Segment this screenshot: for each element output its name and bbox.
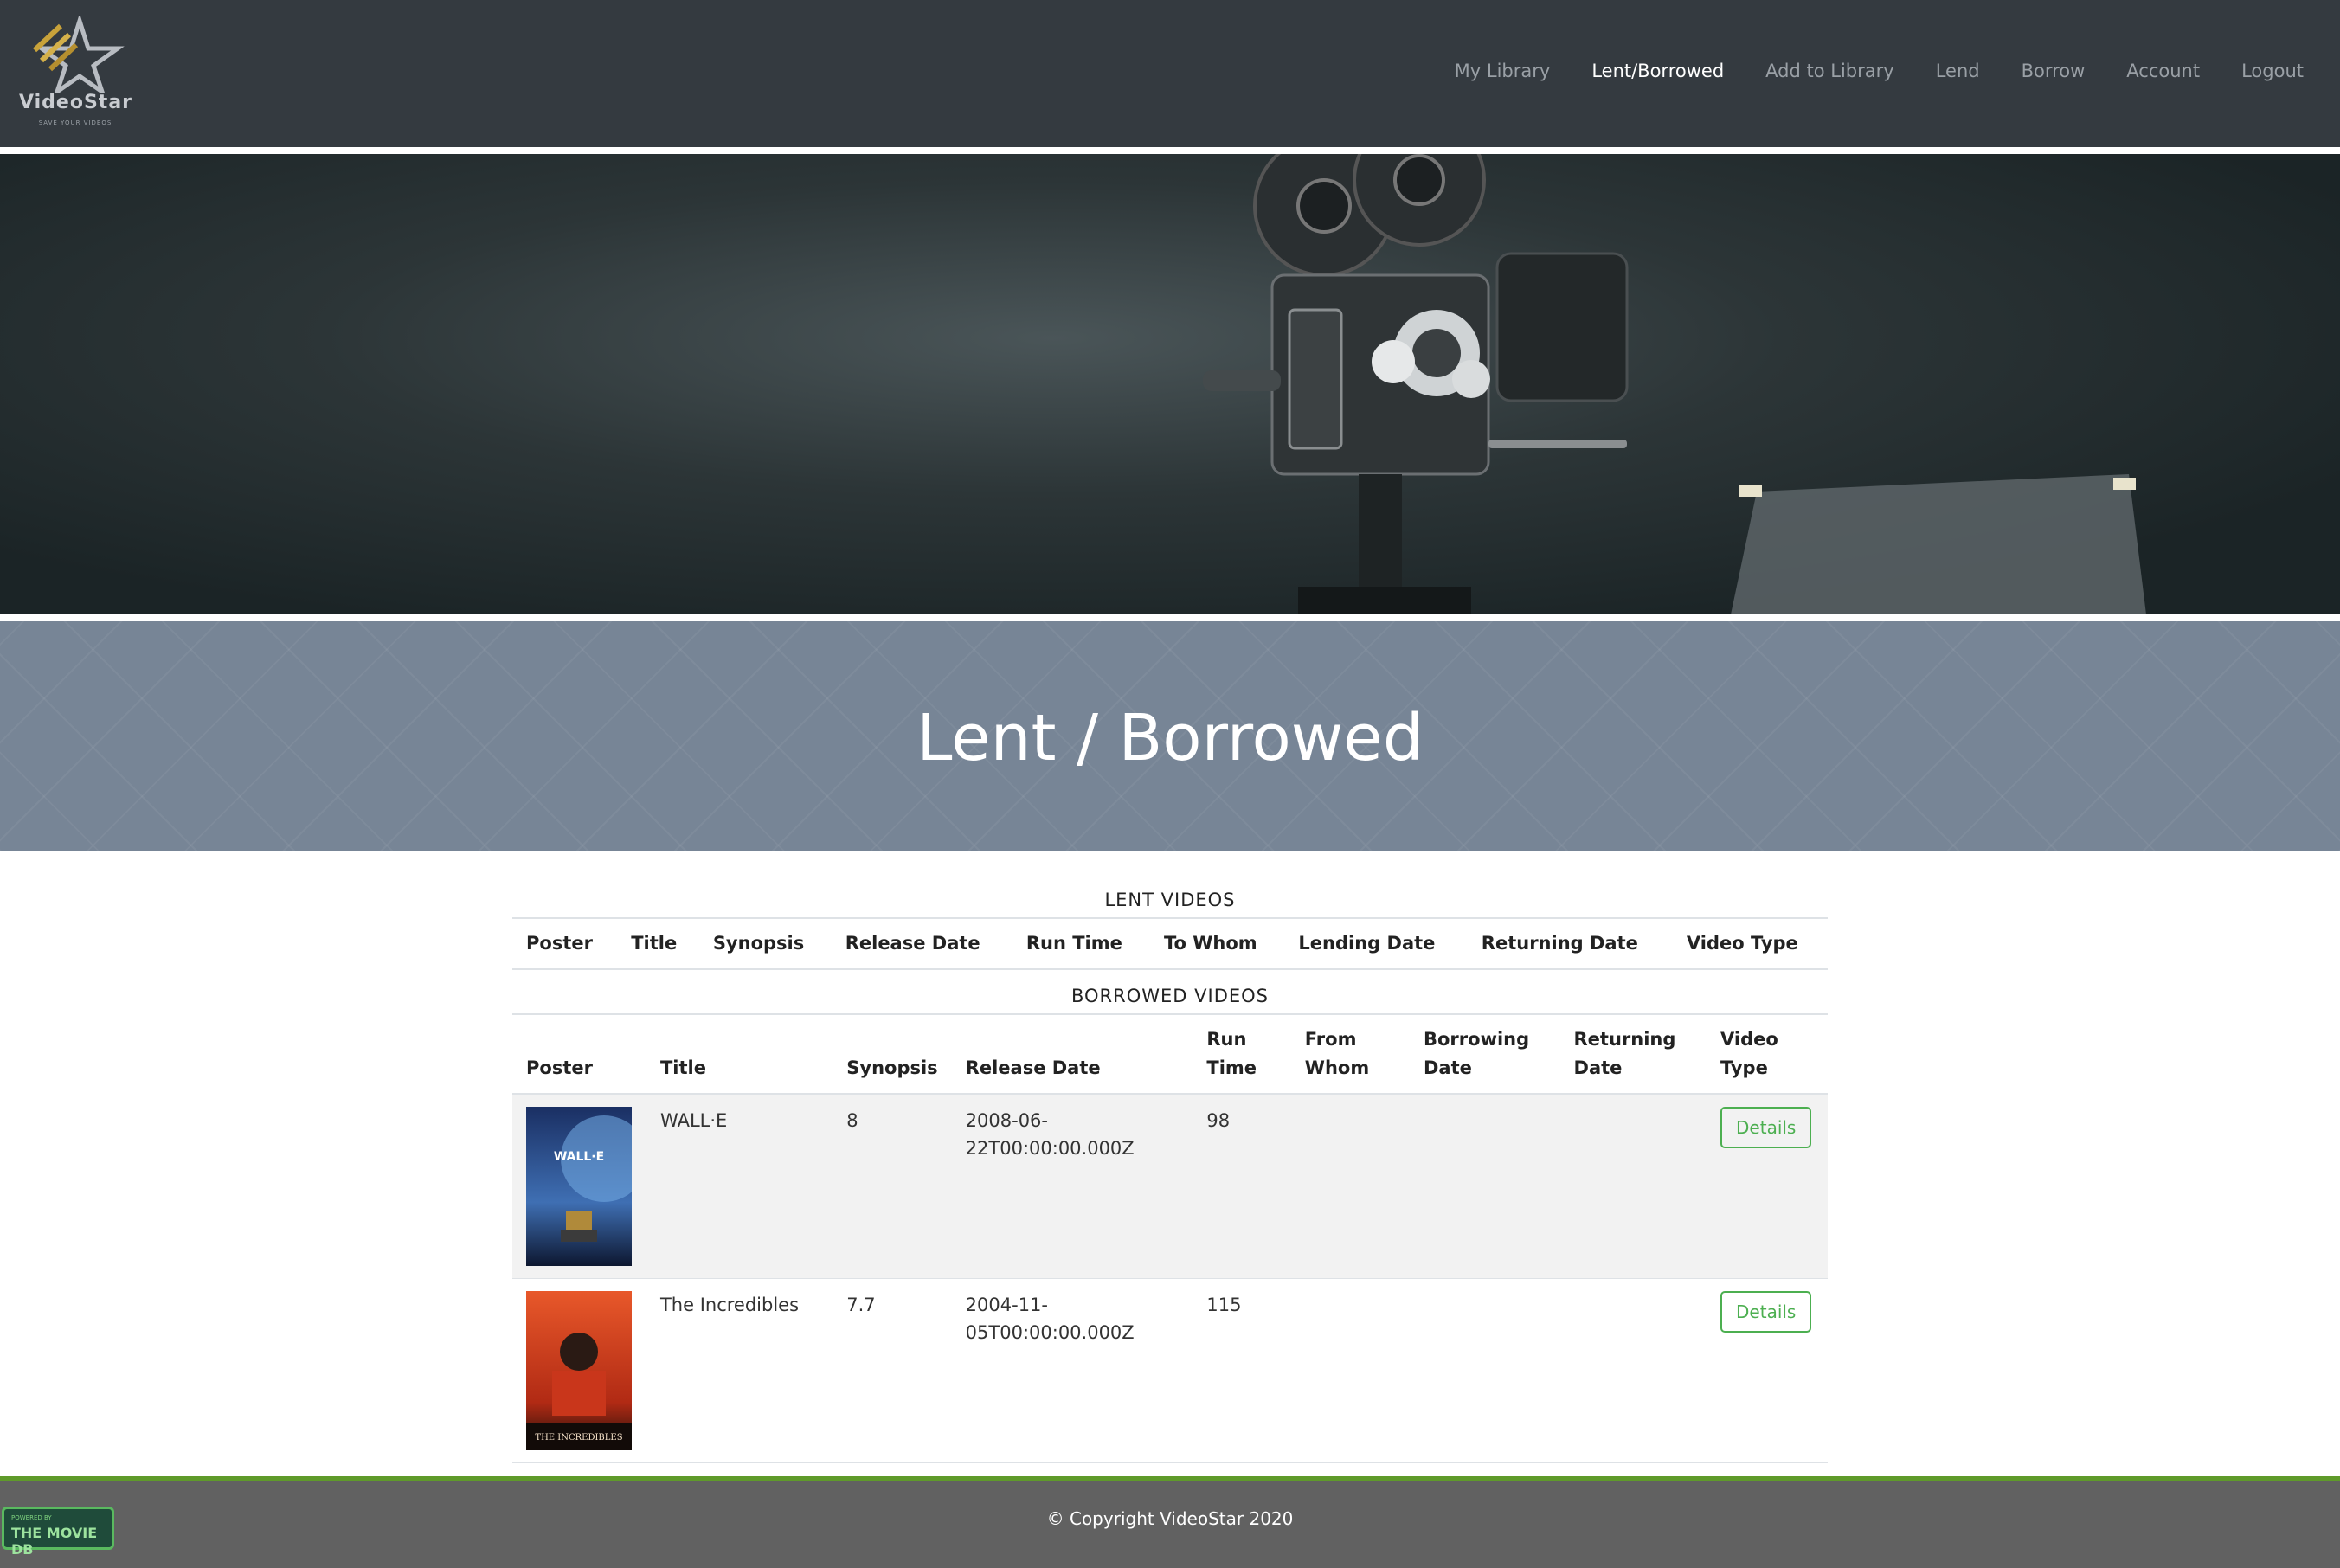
hero-camera-image [0, 154, 2340, 614]
column-header: To Whom [1149, 919, 1285, 970]
divider [0, 147, 2340, 154]
column-header: Synopsis [832, 1015, 952, 1095]
column-header: Run Time [1192, 1015, 1291, 1095]
star-logo-icon [32, 13, 125, 98]
details-button[interactable]: Details [1720, 1107, 1812, 1148]
main-nav: My Library Lent/Borrowed Add to Library … [1413, 61, 2304, 81]
column-header: Returning Date [1559, 1015, 1707, 1095]
from-whom-cell [1290, 1094, 1410, 1279]
lent-videos-table: Poster Title Synopsis Release Date Run T… [512, 919, 1828, 970]
release-date-cell: 2004-11-05T00:00:00.000Z [951, 1278, 1193, 1463]
title-band: Lent / Borrowed [0, 621, 2340, 851]
column-header: Release Date [951, 1015, 1193, 1095]
brand-tagline: SAVE YOUR VIDEOS [38, 119, 112, 126]
column-header: Video Type [1707, 1015, 1828, 1095]
lent-videos-caption: LENT VIDEOS [512, 881, 1828, 919]
nav-account[interactable]: Account [2126, 61, 2200, 81]
column-header: Synopsis [698, 919, 832, 970]
column-header: Lending Date [1284, 919, 1468, 970]
run-time-cell: 98 [1192, 1094, 1291, 1279]
details-button[interactable]: Details [1720, 1291, 1812, 1333]
borrowing-date-cell [1410, 1094, 1560, 1279]
borrowed-videos-caption: BORROWED VIDEOS [512, 970, 1828, 1015]
synopsis-cell: 7.7 [832, 1278, 952, 1463]
synopsis-cell: 8 [832, 1094, 952, 1279]
returning-date-cell [1559, 1278, 1707, 1463]
copyright-text: © Copyright VideoStar 2020 [1046, 1508, 1294, 1529]
nav-borrow[interactable]: Borrow [2022, 61, 2086, 81]
tables-container: LENT VIDEOS Poster Title Synopsis Releas… [512, 881, 1828, 1463]
column-header: Release Date [831, 919, 1012, 970]
navbar: VideoStar SAVE YOUR VIDEOS My Library Le… [0, 0, 2340, 147]
from-whom-cell [1290, 1278, 1410, 1463]
nav-lent-borrowed[interactable]: Lent/Borrowed [1591, 61, 1724, 81]
nav-my-library[interactable]: My Library [1455, 61, 1551, 81]
film-camera-illustration [1203, 154, 2146, 614]
column-header: Title [617, 919, 699, 970]
tmdb-name: THE MOVIE DB [11, 1525, 98, 1558]
borrowed-videos-table: Poster Title Synopsis Release Date Run T… [512, 1015, 1828, 1463]
run-time-cell: 115 [1192, 1278, 1291, 1463]
title-cell: The Incredibles [646, 1278, 833, 1463]
poster-title: THE INCREDIBLES [535, 1433, 622, 1443]
title-cell: WALL·E [646, 1094, 833, 1279]
video-type-cell: Details [1707, 1094, 1828, 1279]
poster-cell: THE INCREDIBLES [512, 1278, 646, 1463]
poster-walle: WALL·E [526, 1107, 632, 1266]
table-row: WALL·E WALL·E 8 2008-06-22T00:00:00.000Z… [512, 1094, 1828, 1279]
returning-date-cell [1559, 1094, 1707, 1279]
column-header: Returning Date [1467, 919, 1673, 970]
nav-logout[interactable]: Logout [2241, 61, 2304, 81]
video-type-cell: Details [1707, 1278, 1828, 1463]
brand-name: VideoStar [19, 92, 133, 113]
divider [0, 614, 2340, 621]
footer: POWERED BY THE MOVIE DB © Copyright Vide… [0, 1476, 2340, 1568]
table-row: THE INCREDIBLES The Incredibles 7.7 2004… [512, 1278, 1828, 1463]
poster-incredibles: THE INCREDIBLES [526, 1291, 632, 1450]
column-header: Poster [512, 1015, 646, 1095]
nav-add-to-library[interactable]: Add to Library [1765, 61, 1894, 81]
nav-lend[interactable]: Lend [1936, 61, 1980, 81]
poster-cell: WALL·E [512, 1094, 646, 1279]
column-header: Title [646, 1015, 833, 1095]
column-header: From Whom [1290, 1015, 1410, 1095]
borrowing-date-cell [1410, 1278, 1560, 1463]
column-header: Video Type [1672, 919, 1828, 970]
release-date-cell: 2008-06-22T00:00:00.000Z [951, 1094, 1193, 1279]
column-header: Borrowing Date [1410, 1015, 1560, 1095]
videostar-logo[interactable]: VideoStar SAVE YOUR VIDEOS [19, 13, 133, 132]
page-title: Lent / Borrowed [916, 701, 1424, 775]
poster-title: WALL·E [554, 1150, 604, 1164]
column-header: Run Time [1012, 919, 1150, 970]
column-header: Poster [512, 919, 618, 970]
